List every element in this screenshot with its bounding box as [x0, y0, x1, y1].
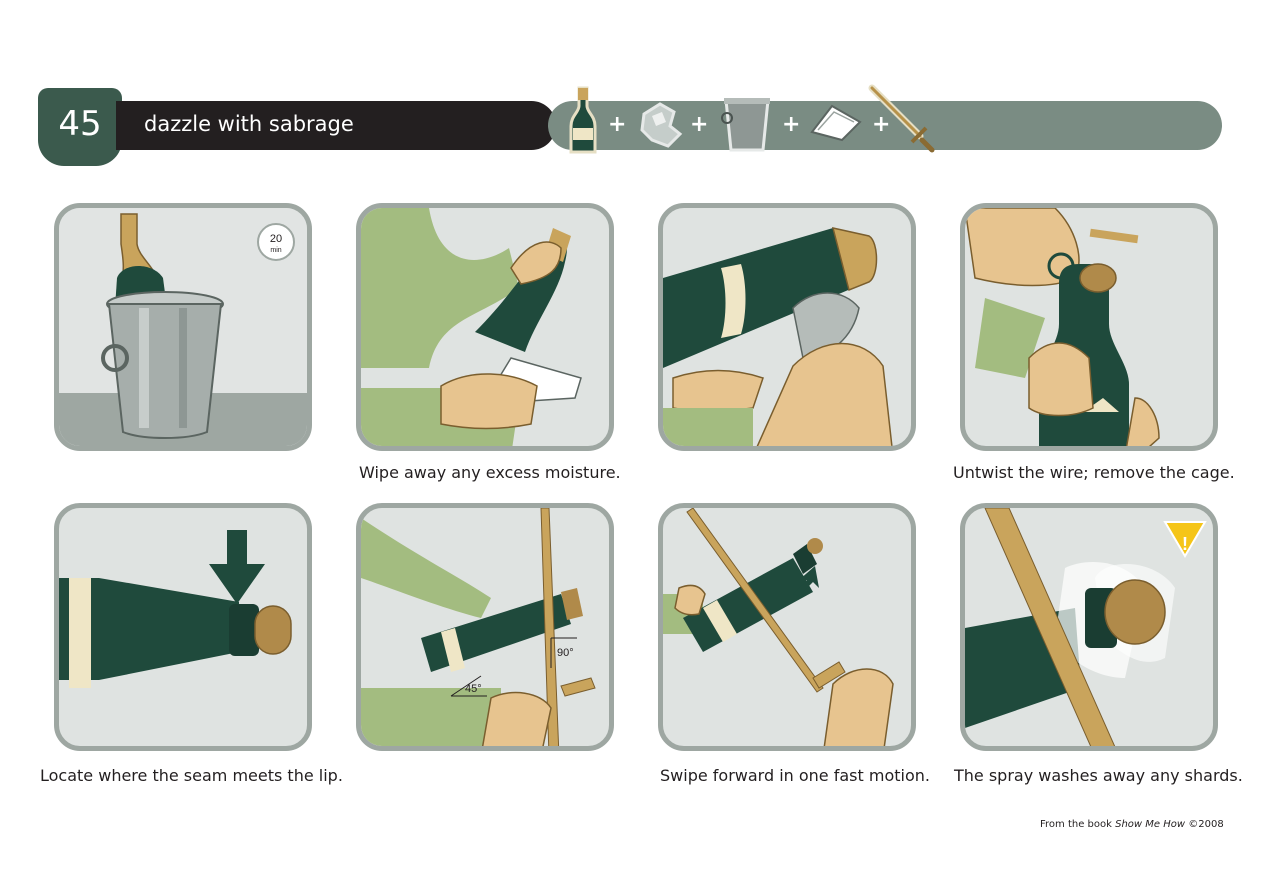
- step-4-caption: Untwist the wire; remove the cage.: [953, 463, 1235, 482]
- step-8-caption: The spray washes away any shards.: [954, 766, 1243, 785]
- angle-45-label: 45°: [465, 683, 482, 695]
- title-bar: dazzle with sabrage: [116, 101, 556, 150]
- warning-icon: !: [1182, 534, 1188, 554]
- step-3-panel: [658, 203, 916, 451]
- step-7-caption: Swipe forward in one fast motion.: [660, 766, 930, 785]
- bucket-icon: [721, 98, 770, 152]
- step-2-caption: Wipe away any excess moisture.: [359, 463, 621, 482]
- angle-90-label: 90°: [557, 647, 574, 659]
- step-2-panel: [356, 203, 614, 451]
- plus-sign: +: [608, 112, 627, 137]
- plus-sign: +: [782, 112, 801, 137]
- timer-unit: min: [270, 247, 281, 254]
- step-1-panel: 20 min: [54, 203, 312, 451]
- credit-book-title: Show Me How: [1115, 819, 1186, 830]
- step-7-panel: [658, 503, 916, 751]
- plus-sign: +: [690, 112, 709, 137]
- step-8-panel: !: [960, 503, 1218, 751]
- section-number-tab: 45: [38, 88, 122, 166]
- step-5-caption: Locate where the seam meets the lip.: [40, 766, 343, 785]
- ice-icon: [640, 102, 683, 148]
- sabre-icon: [868, 84, 935, 153]
- step-4-panel: [960, 203, 1218, 451]
- section-number: 45: [58, 104, 102, 144]
- step-5-panel: [54, 503, 312, 751]
- napkin-icon: [810, 104, 862, 142]
- credit-prefix: From the book: [1040, 819, 1116, 830]
- page-title: dazzle with sabrage: [144, 112, 354, 136]
- timer-value: 20: [270, 233, 282, 245]
- credit-line: From the book Show Me How ©2008: [1040, 819, 1224, 830]
- step-6-panel: 90° 45°: [356, 503, 614, 751]
- bottle-icon: [569, 86, 597, 154]
- credit-suffix: ©2008: [1185, 819, 1224, 830]
